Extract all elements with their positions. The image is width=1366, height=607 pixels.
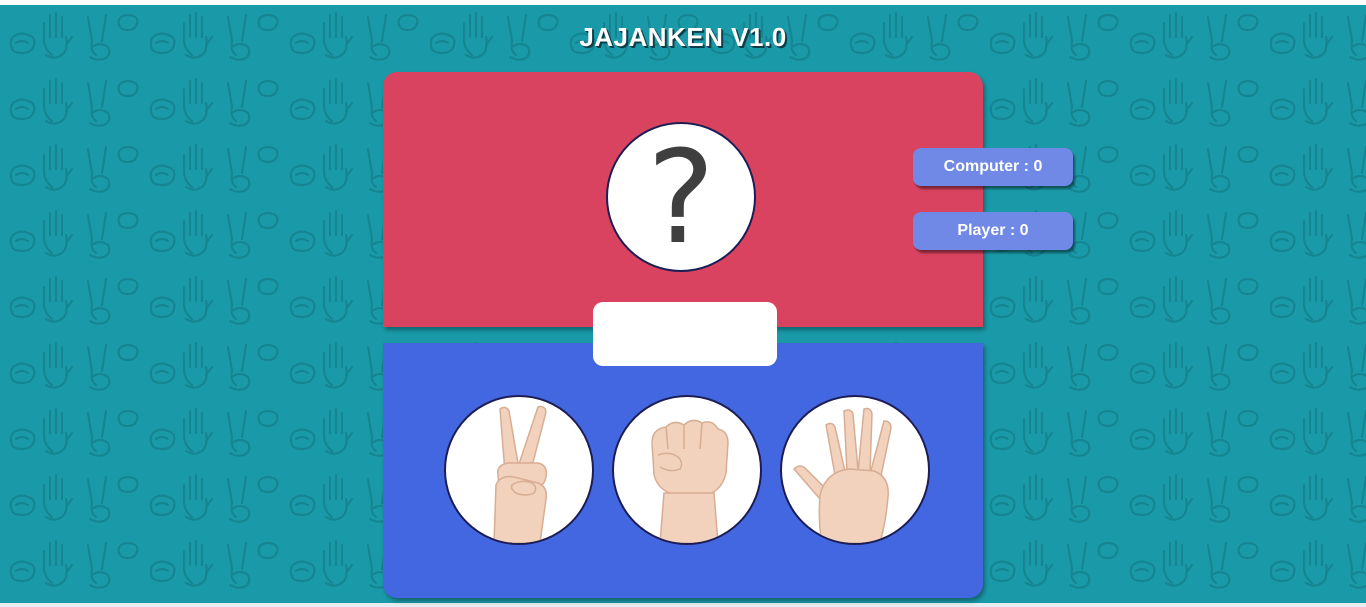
- rock-choice-button[interactable]: [612, 395, 762, 545]
- result-box: [593, 302, 777, 366]
- scissors-hand-icon: [493, 405, 548, 543]
- player-score-badge: Player : 0: [913, 212, 1073, 250]
- score-separator: :: [1019, 158, 1034, 175]
- player-panel: [383, 343, 983, 598]
- computer-choice-circle: ?: [606, 122, 756, 272]
- player-score-label: Player: [957, 222, 1006, 239]
- paper-choice-button[interactable]: [780, 395, 930, 545]
- computer-score-label: Computer: [943, 158, 1020, 175]
- computer-panel: ?: [383, 72, 983, 327]
- scissors-choice-button[interactable]: [444, 395, 594, 545]
- score-separator: :: [1005, 222, 1020, 239]
- question-mark-icon: ?: [647, 124, 715, 272]
- paper-open-hand-icon: [792, 407, 892, 543]
- computer-score-badge: Computer : 0: [913, 148, 1073, 186]
- computer-score-value: 0: [1033, 158, 1043, 175]
- game-title: JAJANKEN V1.0: [579, 22, 787, 52]
- bottom-strip: [0, 603, 1366, 607]
- rock-fist-icon: [651, 419, 729, 543]
- player-score-value: 0: [1019, 222, 1029, 239]
